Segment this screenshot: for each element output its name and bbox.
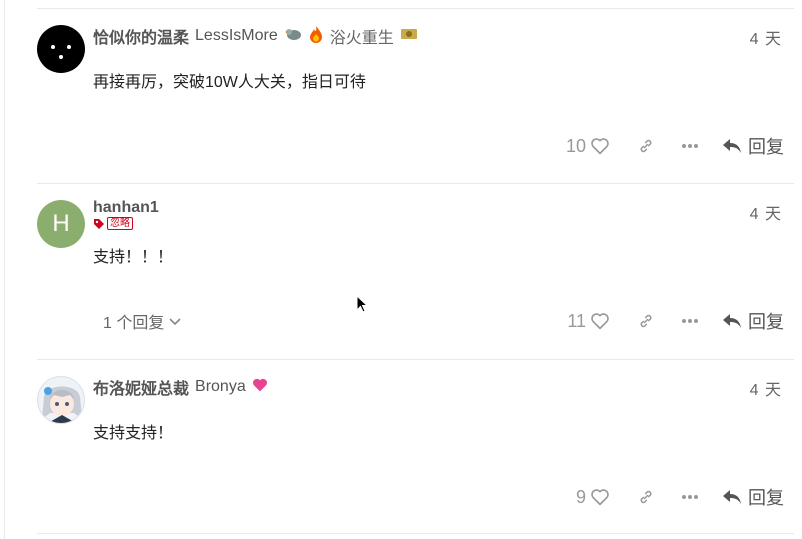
link-icon[interactable]	[634, 134, 658, 158]
poster-names: 恰似你的温柔 LessIsMore 浴火重生	[93, 24, 418, 48]
link-icon[interactable]	[634, 309, 658, 333]
heart-icon	[591, 489, 609, 506]
left-border	[4, 0, 5, 539]
tag-icon	[94, 218, 104, 229]
like-button[interactable]: 10	[566, 136, 610, 157]
heart-icon	[591, 313, 609, 330]
like-button[interactable]: 11	[567, 311, 610, 332]
post-date[interactable]: 4 天	[750, 25, 782, 49]
link-icon[interactable]	[634, 485, 658, 509]
mouse-cursor	[356, 294, 369, 318]
post-content: 再接再厉，突破10W人大关，指日可待	[93, 74, 366, 91]
post: 恰似你的温柔 LessIsMore 浴火重生 4 天 再接再厉，突破10W人大关…	[37, 8, 794, 183]
poster-names: 布洛妮娅总裁 Bronya	[93, 375, 268, 399]
fire-icon	[308, 25, 324, 48]
more-options-icon[interactable]	[678, 309, 702, 333]
like-count: 9	[575, 486, 586, 507]
post-date[interactable]: 4 天	[750, 376, 782, 400]
full-name[interactable]: LessIsMore	[195, 27, 278, 45]
reply-icon	[723, 139, 741, 153]
avatar-letter: H	[52, 210, 70, 237]
reply-icon	[723, 314, 741, 328]
user-tag: 忽略	[93, 217, 133, 230]
show-replies-button[interactable]: 1 个回复	[103, 309, 182, 333]
post-actions: 9 回复	[93, 483, 784, 511]
reply-button[interactable]: 回复	[722, 308, 784, 334]
reply-label: 回复	[748, 137, 784, 157]
like-count: 10	[565, 135, 586, 156]
chevron-down-icon	[169, 318, 181, 326]
poster-names: hanhan1	[93, 199, 159, 217]
post: 布洛妮娅总裁 Bronya 4 天 支持支持！ 9 回复	[37, 359, 794, 534]
post-actions: 10 回复	[93, 132, 784, 160]
username[interactable]: 布洛妮娅总裁	[93, 375, 189, 399]
post-date[interactable]: 4 天	[750, 200, 782, 224]
avatar[interactable]	[37, 25, 85, 73]
reply-icon	[723, 490, 741, 504]
reply-label: 回复	[748, 488, 784, 508]
username[interactable]: 恰似你的温柔	[93, 24, 189, 48]
money-icon	[400, 27, 418, 46]
post: H hanhan1 忽略 4 天 支持！！！ 1 个回复 11 回复	[37, 183, 794, 359]
reply-button[interactable]: 回复	[722, 484, 784, 510]
heart-icon	[591, 138, 609, 155]
post-actions: 1 个回复 11 回复	[103, 307, 784, 335]
reply-button[interactable]: 回复	[722, 133, 784, 159]
avatar[interactable]	[37, 376, 85, 424]
avatar[interactable]: H	[37, 200, 85, 248]
like-button[interactable]: 9	[576, 487, 610, 508]
heart-emoji-icon	[252, 378, 268, 397]
more-options-icon[interactable]	[678, 134, 702, 158]
tag-badge[interactable]: 忽略	[107, 217, 133, 230]
post-content: 支持支持！	[93, 425, 174, 442]
username[interactable]: hanhan1	[93, 199, 159, 217]
post-content: 支持！！！	[93, 249, 174, 266]
user-flair: 浴火重生	[329, 30, 394, 47]
full-name[interactable]: Bronya	[195, 378, 246, 396]
bird-icon	[284, 26, 302, 47]
more-options-icon[interactable]	[678, 485, 702, 509]
replies-count: 1 个回复	[103, 315, 165, 332]
reply-label: 回复	[748, 312, 784, 332]
like-count: 11	[567, 310, 586, 331]
